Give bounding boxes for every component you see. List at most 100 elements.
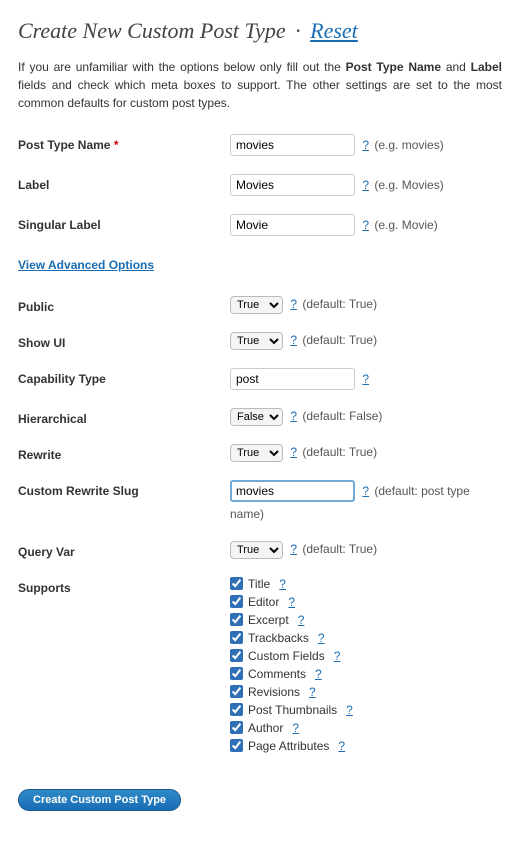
- supports-item[interactable]: Title?: [230, 577, 502, 591]
- supports-checkbox[interactable]: [230, 739, 243, 752]
- title-separator: ·: [295, 18, 301, 43]
- supports-item-label: Comments: [248, 667, 306, 681]
- title-text: Create New Custom Post Type: [18, 18, 286, 43]
- select-public[interactable]: True False: [230, 296, 283, 314]
- hint-public: (default: True): [302, 297, 377, 311]
- select-hierarchical[interactable]: False True: [230, 408, 283, 426]
- label-custom-rewrite-slug: Custom Rewrite Slug: [18, 480, 230, 498]
- supports-item[interactable]: Trackbacks?: [230, 631, 502, 645]
- input-custom-rewrite-slug[interactable]: [230, 480, 355, 502]
- row-label: Label ? (e.g. Movies): [18, 174, 502, 196]
- supports-item[interactable]: Custom Fields?: [230, 649, 502, 663]
- supports-item-label: Title: [248, 577, 270, 591]
- supports-item[interactable]: Revisions?: [230, 685, 502, 699]
- supports-checkbox[interactable]: [230, 595, 243, 608]
- hint-hierarchical: (default: False): [302, 409, 382, 423]
- supports-item-label: Custom Fields: [248, 649, 325, 663]
- row-singular-label: Singular Label ? (e.g. Movie): [18, 214, 502, 236]
- label-label: Label: [18, 174, 230, 192]
- supports-item[interactable]: Post Thumbnails?: [230, 703, 502, 717]
- supports-item-label: Excerpt: [248, 613, 289, 627]
- help-icon[interactable]: ?: [315, 667, 322, 681]
- page-title: Create New Custom Post Type · Reset: [18, 18, 502, 44]
- row-custom-rewrite-slug: Custom Rewrite Slug ? (default: post typ…: [18, 480, 502, 523]
- select-query-var[interactable]: True False: [230, 541, 283, 559]
- help-icon[interactable]: ?: [292, 721, 299, 735]
- row-show-ui: Show UI True False ? (default: True): [18, 332, 502, 350]
- label-show-ui: Show UI: [18, 332, 230, 350]
- row-post-type-name: Post Type Name * ? (e.g. movies): [18, 134, 502, 156]
- supports-checkbox[interactable]: [230, 667, 243, 680]
- hint-label: (e.g. Movies): [374, 178, 443, 192]
- supports-item[interactable]: Editor?: [230, 595, 502, 609]
- label-rewrite: Rewrite: [18, 444, 230, 462]
- help-icon[interactable]: ?: [290, 333, 297, 347]
- view-advanced-link[interactable]: View Advanced Options: [18, 258, 154, 272]
- label-capability-type: Capability Type: [18, 368, 230, 386]
- input-label[interactable]: [230, 174, 355, 196]
- help-icon[interactable]: ?: [362, 484, 369, 498]
- hint-show-ui: (default: True): [302, 333, 377, 347]
- help-icon[interactable]: ?: [318, 631, 325, 645]
- input-capability-type[interactable]: [230, 368, 355, 390]
- help-icon[interactable]: ?: [362, 372, 369, 386]
- reset-link[interactable]: Reset: [310, 18, 358, 43]
- select-rewrite[interactable]: True False: [230, 444, 283, 462]
- input-post-type-name[interactable]: [230, 134, 355, 156]
- help-icon[interactable]: ?: [290, 542, 297, 556]
- help-icon[interactable]: ?: [346, 703, 353, 717]
- label-public: Public: [18, 296, 230, 314]
- supports-item[interactable]: Page Attributes?: [230, 739, 502, 753]
- select-show-ui[interactable]: True False: [230, 332, 283, 350]
- create-button[interactable]: Create Custom Post Type: [18, 789, 181, 811]
- hint-post-type-name: (e.g. movies): [374, 138, 443, 152]
- hint-slug-line2: name): [230, 506, 502, 523]
- row-capability-type: Capability Type ?: [18, 368, 502, 390]
- supports-item-label: Post Thumbnails: [248, 703, 337, 717]
- supports-item-label: Page Attributes: [248, 739, 329, 753]
- label-hierarchical: Hierarchical: [18, 408, 230, 426]
- label-query-var: Query Var: [18, 541, 230, 559]
- supports-item[interactable]: Author?: [230, 721, 502, 735]
- row-query-var: Query Var True False ? (default: True): [18, 541, 502, 559]
- intro-text: If you are unfamiliar with the options b…: [18, 58, 502, 112]
- supports-checkbox[interactable]: [230, 631, 243, 644]
- help-icon[interactable]: ?: [290, 409, 297, 423]
- supports-item-label: Trackbacks: [248, 631, 309, 645]
- row-rewrite: Rewrite True False ? (default: True): [18, 444, 502, 462]
- supports-checkbox[interactable]: [230, 703, 243, 716]
- help-icon[interactable]: ?: [362, 218, 369, 232]
- supports-item[interactable]: Excerpt?: [230, 613, 502, 627]
- help-icon[interactable]: ?: [290, 445, 297, 459]
- row-public: Public True False ? (default: True): [18, 296, 502, 314]
- supports-checkbox[interactable]: [230, 721, 243, 734]
- help-icon[interactable]: ?: [279, 577, 286, 591]
- help-icon[interactable]: ?: [334, 649, 341, 663]
- help-icon[interactable]: ?: [362, 138, 369, 152]
- hint-slug-line1: (default: post type: [374, 484, 469, 498]
- label-post-type-name: Post Type Name *: [18, 134, 230, 152]
- hint-query-var: (default: True): [302, 542, 377, 556]
- supports-checkbox[interactable]: [230, 685, 243, 698]
- label-singular-label: Singular Label: [18, 214, 230, 232]
- help-icon[interactable]: ?: [362, 178, 369, 192]
- supports-item-label: Author: [248, 721, 283, 735]
- help-icon[interactable]: ?: [298, 613, 305, 627]
- label-supports: Supports: [18, 577, 230, 595]
- row-supports: Supports Title?Editor?Excerpt?Trackbacks…: [18, 577, 502, 753]
- hint-singular-label: (e.g. Movie): [374, 218, 437, 232]
- help-icon[interactable]: ?: [309, 685, 316, 699]
- supports-item[interactable]: Comments?: [230, 667, 502, 681]
- help-icon[interactable]: ?: [338, 739, 345, 753]
- supports-checkbox[interactable]: [230, 649, 243, 662]
- help-icon[interactable]: ?: [288, 595, 295, 609]
- supports-list: Title?Editor?Excerpt?Trackbacks?Custom F…: [230, 577, 502, 753]
- supports-checkbox[interactable]: [230, 577, 243, 590]
- help-icon[interactable]: ?: [290, 297, 297, 311]
- supports-checkbox[interactable]: [230, 613, 243, 626]
- supports-item-label: Editor: [248, 595, 279, 609]
- row-hierarchical: Hierarchical False True ? (default: Fals…: [18, 408, 502, 426]
- advanced-options-toggle: View Advanced Options: [18, 254, 502, 272]
- input-singular-label[interactable]: [230, 214, 355, 236]
- hint-rewrite: (default: True): [302, 445, 377, 459]
